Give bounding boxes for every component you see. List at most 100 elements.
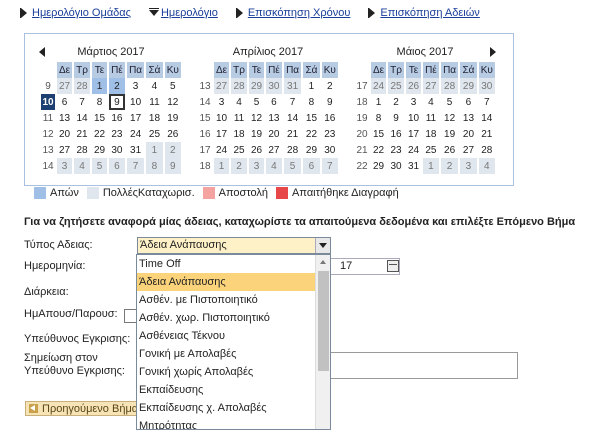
calendar-day[interactable]: 28 [479, 142, 495, 158]
calendar-day[interactable]: 27 [214, 78, 230, 94]
calendar-day[interactable]: 1 [423, 158, 439, 174]
nav-time-overview[interactable]: Επισκόπηση Χρόνου [235, 4, 350, 22]
calendar-day[interactable]: 23 [109, 126, 125, 142]
calendar-day[interactable]: 29 [303, 142, 319, 158]
calendar-day[interactable]: 1 [214, 158, 230, 174]
calendar-day[interactable]: 15 [303, 110, 319, 126]
calendar-day[interactable]: 13 [460, 110, 476, 126]
calendar-day[interactable]: 25 [231, 142, 247, 158]
calendar-day[interactable]: 5 [165, 78, 181, 94]
calendar-day[interactable]: 31 [127, 142, 145, 158]
calendar-day[interactable]: 6 [266, 94, 282, 110]
calendar-day[interactable]: 23 [388, 142, 404, 158]
calendar-day[interactable]: 30 [322, 142, 338, 158]
calendar-day[interactable]: 26 [441, 142, 459, 158]
calendar-day[interactable]: 4 [478, 158, 495, 174]
calendar-day[interactable]: 3 [57, 158, 73, 174]
calendar-day[interactable]: 24 [127, 126, 145, 142]
calendar-day[interactable]: 25 [146, 126, 162, 142]
calendar-day[interactable]: 9 [322, 94, 338, 110]
calendar-day[interactable]: 31 [406, 158, 421, 174]
calendar-day[interactable]: 30 [266, 78, 282, 94]
calendar-day[interactable]: 11 [231, 110, 247, 126]
week-number[interactable]: 9 [41, 78, 55, 94]
calendar-day[interactable]: 7 [284, 94, 302, 110]
calendar-day[interactable]: 29 [92, 142, 107, 158]
calendar-day[interactable]: 5 [249, 94, 264, 110]
calendar-day[interactable]: 9 [164, 158, 181, 174]
calendar-day[interactable]: 27 [423, 78, 439, 94]
calendar-day[interactable]: 22 [303, 126, 319, 142]
calendar-day[interactable]: 22 [371, 142, 386, 158]
calendar-day[interactable]: 26 [165, 126, 181, 142]
dropdown-option[interactable]: Ασθέν. με Πιστοποιητικό [137, 291, 315, 309]
calendar-day[interactable]: 14 [74, 110, 90, 126]
chevron-down-icon[interactable] [315, 238, 330, 253]
calendar-day[interactable]: 28 [440, 78, 459, 94]
calendar-day[interactable]: 7 [74, 94, 90, 110]
calendar-day[interactable]: 26 [249, 142, 264, 158]
calendar-day[interactable]: 10 [214, 110, 229, 126]
dropdown-option[interactable]: Ασθέν. χωρ. Πιστοποιητικό [137, 309, 315, 327]
calendar-day[interactable]: 11 [146, 94, 162, 110]
calendar-day[interactable]: 2 [231, 158, 247, 174]
calendar-day[interactable]: 29 [248, 78, 265, 94]
calendar-day[interactable]: 4 [231, 94, 247, 110]
calendar-day[interactable]: 29 [460, 78, 477, 94]
calendar-day[interactable]: 24 [406, 142, 421, 158]
week-number[interactable]: 13 [41, 142, 55, 158]
calendar-day[interactable]: 2 [164, 142, 181, 158]
calendar-day[interactable]: 30 [109, 142, 125, 158]
calendar-day[interactable]: 13 [57, 110, 72, 126]
calendar-day[interactable]: 7 [479, 94, 495, 110]
week-number[interactable]: 16 [198, 126, 212, 142]
calendar-day[interactable]: 3 [406, 94, 421, 110]
scrollbar-thumb[interactable] [318, 271, 329, 371]
calendar-day[interactable]: 20 [266, 126, 282, 142]
calendar-picker-icon[interactable] [387, 260, 399, 272]
calendar-day[interactable]: 5 [441, 94, 459, 110]
week-number[interactable]: 22 [355, 158, 369, 174]
calendar-day[interactable]: 1 [91, 78, 108, 94]
calendar-day[interactable]: 2 [322, 78, 338, 94]
calendar-day[interactable]: 28 [284, 142, 302, 158]
calendar-day[interactable]: 16 [322, 110, 338, 126]
calendar-day[interactable]: 10 [406, 110, 421, 126]
calendar-day[interactable]: 8 [146, 158, 163, 174]
calendar-day[interactable]: 12 [441, 110, 459, 126]
week-number[interactable]: 17 [198, 142, 212, 158]
calendar-day[interactable]: 25 [423, 142, 439, 158]
week-number[interactable]: 13 [198, 78, 212, 94]
calendar-day[interactable]: 7 [126, 158, 145, 174]
calendar-day[interactable]: 5 [283, 158, 302, 174]
calendar-day[interactable]: 24 [371, 78, 387, 94]
calendar-day[interactable]: 3 [127, 78, 145, 94]
dropdown-option[interactable]: Γονική χωρίς Απολαβές [137, 363, 315, 381]
calendar-day[interactable]: 24 [214, 142, 229, 158]
calendar-day[interactable]: 16 [388, 126, 404, 142]
calendar-day[interactable]: 4 [266, 158, 282, 174]
calendar-day[interactable]: 22 [92, 126, 107, 142]
week-number[interactable]: 15 [198, 110, 212, 126]
calendar-day[interactable]: 26 [405, 78, 422, 94]
week-number[interactable]: 18 [355, 94, 369, 110]
calendar-day[interactable]: 2 [388, 94, 404, 110]
week-number[interactable]: 10 [41, 94, 55, 110]
dropdown-option[interactable]: Time Off [137, 255, 315, 273]
calendar-day[interactable]: 27 [57, 142, 72, 158]
calendar-day[interactable]: 14 [479, 110, 495, 126]
calendar-day[interactable]: 27 [460, 142, 476, 158]
dropdown-option[interactable]: Μητρότητας [137, 417, 315, 429]
nav-leave-overview[interactable]: Επισκόπηση Αδειών [368, 4, 480, 22]
calendar-day[interactable]: 8 [92, 94, 107, 110]
calendar-day[interactable]: 4 [74, 158, 90, 174]
calendar-day[interactable]: 19 [249, 126, 264, 142]
dropdown-option[interactable]: Εκπαίδευσης [137, 381, 315, 399]
calendar-day[interactable]: 3 [460, 158, 477, 174]
calendar-day[interactable]: 6 [460, 94, 476, 110]
calendar-day[interactable]: 17 [127, 110, 145, 126]
calendar-day[interactable]: 15 [92, 110, 107, 126]
calendar-day[interactable]: 19 [165, 110, 181, 126]
calendar-day[interactable]: 18 [146, 110, 162, 126]
calendar-day[interactable]: 18 [423, 126, 439, 142]
